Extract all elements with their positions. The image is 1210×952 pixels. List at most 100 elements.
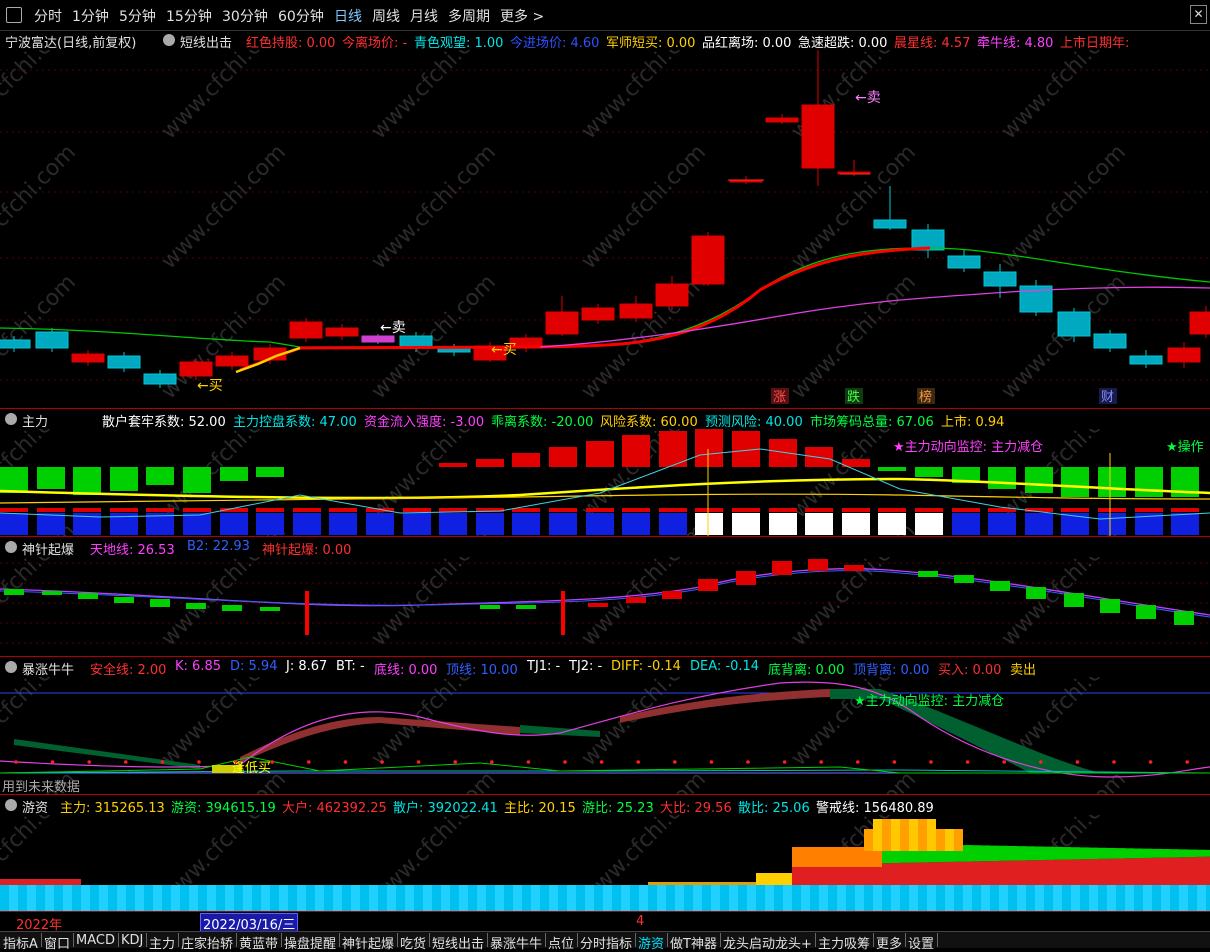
watermark-text: www.cfchi.com [1207,429,1210,523]
indicator-field: 主比: 20.15 [504,801,576,816]
period-tab[interactable]: 5分钟 [119,6,156,26]
period-tab[interactable]: 1分钟 [72,6,109,26]
zhuli-chart[interactable]: www.cfchi.com www.cfchi.com www.cfchi.com w… [0,429,1210,536]
indicator-name[interactable]: 短线出击 [180,32,232,50]
zhuli-green-bar [1098,467,1126,497]
period-tab[interactable]: 日线 [334,6,362,26]
indicator-tab[interactable]: 窗口 [44,933,70,952]
youzi-cyan-bar [891,885,900,911]
panel-dropdown-icon[interactable] [5,661,17,673]
shenzhen-name[interactable]: 神针起爆 [22,539,74,558]
youzi-gold-bar [783,873,792,885]
window-toggle-icon[interactable] [6,7,22,23]
zhuli-block [0,513,28,535]
youzi-cyan-bar [45,885,54,911]
youzi-cyan-bar [1017,885,1026,911]
period-tab[interactable]: 30分钟 [222,6,268,26]
shenzhen-bar [626,597,646,603]
indicator-tab[interactable]: 操盘提醒 [284,933,336,952]
baozhang-name[interactable]: 暴涨牛牛 [22,659,74,677]
indicator-tab[interactable]: 神针起爆 [342,933,394,952]
panel-dropdown-icon[interactable] [5,799,17,811]
indicator-tab[interactable]: 点位 [548,933,574,952]
safety-dot [307,760,311,764]
indicator-field: 散比: 25.06 [738,801,810,816]
youzi-red-bar [1044,859,1053,885]
youzi-name[interactable]: 游资 [22,797,48,816]
close-icon[interactable]: ✕ [1190,5,1207,24]
zhuli-block [293,513,321,535]
youzi-cyan-bar [612,885,621,911]
period-tab[interactable]: 更多 > [500,6,544,26]
youzi-cyan-bar [639,885,648,911]
youzi-cyan-bar [666,885,675,911]
indicator-tab[interactable]: MACD [76,933,115,948]
indicator-tab[interactable]: 主力 [149,933,175,952]
baozhang-chart[interactable]: www.cfchi.com www.cfchi.com www.cfchi.com w… [0,677,1210,795]
indicator-field: 散户套牢系数: 52.00 [102,415,226,430]
indicator-tab[interactable]: 设置 [908,933,934,952]
period-tab[interactable]: 多周期 [448,6,490,26]
youzi-cyan-bar [81,885,90,911]
zhuli-block [622,513,650,535]
youzi-cyan-bar [1035,885,1044,911]
indicator-tab[interactable]: 分时指标 [580,933,632,952]
indicator-dropdown-icon[interactable] [163,34,175,46]
tab-divider [281,933,282,947]
panel-dropdown-icon[interactable] [5,413,17,425]
youzi-red-bar [1071,859,1080,885]
youzi-gold-bar [774,873,783,885]
panel-dropdown-icon[interactable] [5,541,17,553]
badge-text: 财 [1101,390,1114,405]
period-tab[interactable]: 月线 [410,6,438,26]
zhuli-red-cap [1171,508,1199,512]
youzi-red-bar [846,863,855,885]
indicator-tab[interactable]: 指标A [3,933,38,952]
youzi-cyan-bar [414,885,423,911]
zhuli-red-cap [586,508,614,512]
youzi-cyan-bar [1107,885,1116,911]
zhuli-red-cap [146,508,174,512]
youzi-cyan-bar [261,885,270,911]
indicator-tab[interactable]: 主力吸筹 [818,933,870,952]
youzi-red-bar [891,862,900,885]
zhuli-green-bar [183,467,211,493]
period-tab[interactable]: 周线 [372,6,400,26]
tab-divider [178,933,179,947]
indicator-tab[interactable]: 短线出击 [432,933,484,952]
indicator-tab[interactable]: 更多 [876,933,902,952]
watermark-text: www.cfchi.com [1207,140,1210,274]
main-candlestick-chart[interactable]: www.cfchi.com www.cfchi.com www.cfchi.com w… [0,50,1210,409]
youzi-cyan-bar [603,885,612,911]
youzi-chart[interactable]: www.cfchi.com www.cfchi.com www.cfchi.com w… [0,815,1210,911]
youzi-cyan-bar [99,885,108,911]
youzi-cyan-bar [1053,885,1062,911]
indicator-tab[interactable]: 暴涨牛牛 [490,933,542,952]
zhuli-red-cap [842,508,870,512]
youzi-gold-bar [720,882,729,885]
youzi-green-bar [1125,848,1134,859]
youzi-cyan-bar [1125,885,1134,911]
youzi-cyan-bar [1071,885,1080,911]
indicator-tab[interactable]: 吃货 [400,933,426,952]
tab-divider [873,933,874,947]
time-axis-month: 4 [636,914,645,929]
youzi-cyan-bar [135,885,144,911]
youzi-orange-bar [954,829,963,851]
youzi-orange-bar [918,819,927,851]
youzi-green-bar [1188,849,1197,858]
indicator-tab[interactable]: 龙头启动龙头+ [723,933,812,952]
youzi-cyan-bar [558,885,567,911]
youzi-red-bar [990,861,999,885]
indicator-tab[interactable]: 做T神器 [670,933,717,952]
indicator-tab[interactable]: 游资 [638,933,664,952]
tab-divider [118,933,119,947]
indicator-tab[interactable]: 庄家抬轿 [181,933,233,952]
period-tab[interactable]: 分时 [34,6,62,26]
zhuli-name[interactable]: 主力 [22,411,48,430]
period-tab[interactable]: 15分钟 [166,6,212,26]
indicator-tab[interactable]: KDJ [121,933,143,948]
shenzhen-chart[interactable]: www.cfchi.com www.cfchi.com www.cfchi.com w… [0,557,1210,656]
period-tab[interactable]: 60分钟 [278,6,324,26]
indicator-tab[interactable]: 黄蓝带 [239,933,278,952]
